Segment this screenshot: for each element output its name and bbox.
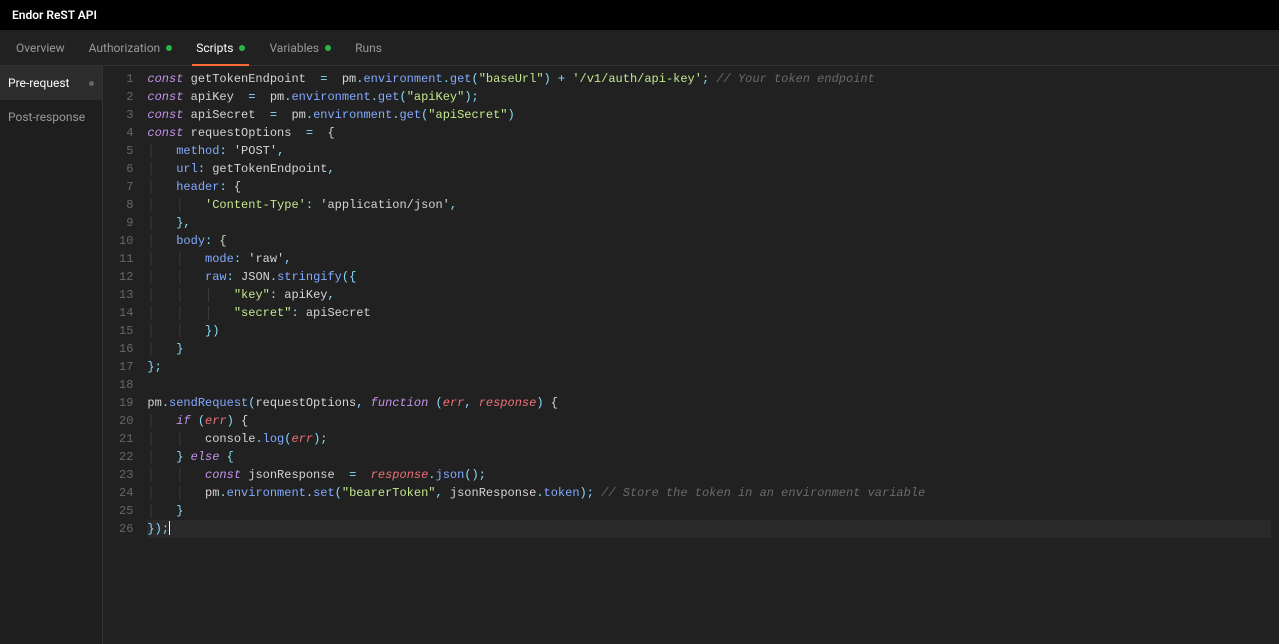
code-line[interactable]: │ │ pm.environment.set("bearerToken", js… bbox=[147, 484, 1271, 502]
code-line[interactable]: │ } bbox=[147, 340, 1271, 358]
main-area: Pre-request Post-response 12345678910111… bbox=[0, 66, 1279, 644]
code-line[interactable]: │ │ const jsonResponse = response.json()… bbox=[147, 466, 1271, 484]
line-number: 9 bbox=[119, 214, 133, 232]
line-number: 11 bbox=[119, 250, 133, 268]
tab-runs[interactable]: Runs bbox=[343, 31, 394, 65]
code-line[interactable]: const getTokenEndpoint = pm.environment.… bbox=[147, 70, 1271, 88]
tab-label: Scripts bbox=[196, 41, 233, 55]
title-text: Endor ReST API bbox=[12, 8, 97, 22]
line-number: 17 bbox=[119, 358, 133, 376]
code-line[interactable]: │ │ 'Content-Type': 'application/json', bbox=[147, 196, 1271, 214]
code-line[interactable]: │ method: 'POST', bbox=[147, 142, 1271, 160]
line-number: 15 bbox=[119, 322, 133, 340]
line-number: 7 bbox=[119, 178, 133, 196]
line-number: 14 bbox=[119, 304, 133, 322]
line-number: 3 bbox=[119, 106, 133, 124]
line-number: 10 bbox=[119, 232, 133, 250]
code-line[interactable]: │ │ │ "key": apiKey, bbox=[147, 286, 1271, 304]
code-line[interactable]: │ │ │ "secret": apiSecret bbox=[147, 304, 1271, 322]
line-number: 1 bbox=[119, 70, 133, 88]
line-gutter: 1234567891011121314151617181920212223242… bbox=[103, 66, 143, 644]
line-number: 26 bbox=[119, 520, 133, 538]
code-line[interactable]: │ │ console.log(err); bbox=[147, 430, 1271, 448]
line-number: 6 bbox=[119, 160, 133, 178]
line-number: 4 bbox=[119, 124, 133, 142]
sidebar-item-post-response[interactable]: Post-response bbox=[0, 100, 102, 134]
code-content[interactable]: const getTokenEndpoint = pm.environment.… bbox=[143, 66, 1279, 644]
line-number: 16 bbox=[119, 340, 133, 358]
line-number: 19 bbox=[119, 394, 133, 412]
code-line[interactable]: │ } else { bbox=[147, 448, 1271, 466]
status-dot-icon bbox=[166, 45, 172, 51]
line-number: 8 bbox=[119, 196, 133, 214]
window-title: Endor ReST API bbox=[0, 0, 1279, 30]
tab-authorization[interactable]: Authorization bbox=[77, 31, 185, 65]
line-number: 18 bbox=[119, 376, 133, 394]
code-editor[interactable]: 1234567891011121314151617181920212223242… bbox=[103, 66, 1279, 644]
line-number: 21 bbox=[119, 430, 133, 448]
line-number: 12 bbox=[119, 268, 133, 286]
code-line[interactable]: const apiKey = pm.environment.get("apiKe… bbox=[147, 88, 1271, 106]
tab-label: Runs bbox=[355, 41, 382, 55]
tab-overview[interactable]: Overview bbox=[4, 31, 77, 65]
code-line[interactable]: const apiSecret = pm.environment.get("ap… bbox=[147, 106, 1271, 124]
line-number: 20 bbox=[119, 412, 133, 430]
code-line[interactable]: │ │ raw: JSON.stringify({ bbox=[147, 268, 1271, 286]
code-line[interactable]: pm.sendRequest(requestOptions, function … bbox=[147, 394, 1271, 412]
code-line[interactable]: │ } bbox=[147, 502, 1271, 520]
line-number: 23 bbox=[119, 466, 133, 484]
code-line[interactable]: const requestOptions = { bbox=[147, 124, 1271, 142]
line-number: 2 bbox=[119, 88, 133, 106]
line-number: 25 bbox=[119, 502, 133, 520]
status-dot-icon bbox=[239, 45, 245, 51]
line-number: 24 bbox=[119, 484, 133, 502]
code-line[interactable]: │ }, bbox=[147, 214, 1271, 232]
code-line[interactable]: │ body: { bbox=[147, 232, 1271, 250]
status-dot-icon bbox=[325, 45, 331, 51]
code-line[interactable]: │ header: { bbox=[147, 178, 1271, 196]
sidebar-item-label: Post-response bbox=[8, 110, 85, 124]
tab-variables[interactable]: Variables bbox=[257, 31, 343, 65]
sidebar-item-pre-request[interactable]: Pre-request bbox=[0, 66, 102, 100]
code-line[interactable]: }; bbox=[147, 358, 1271, 376]
tab-bar: Overview Authorization Scripts Variables… bbox=[0, 30, 1279, 66]
line-number: 13 bbox=[119, 286, 133, 304]
modified-dot-icon bbox=[89, 81, 94, 86]
code-line[interactable]: │ url: getTokenEndpoint, bbox=[147, 160, 1271, 178]
code-line[interactable]: │ │ }) bbox=[147, 322, 1271, 340]
tab-scripts[interactable]: Scripts bbox=[184, 31, 257, 65]
tab-label: Variables bbox=[269, 41, 319, 55]
line-number: 5 bbox=[119, 142, 133, 160]
code-line[interactable]: │ if (err) { bbox=[147, 412, 1271, 430]
sidebar-item-label: Pre-request bbox=[8, 76, 69, 90]
tab-label: Overview bbox=[16, 41, 65, 55]
tab-label: Authorization bbox=[89, 41, 161, 55]
code-line[interactable]: }); bbox=[147, 520, 1271, 538]
scripts-sidebar: Pre-request Post-response bbox=[0, 66, 103, 644]
line-number: 22 bbox=[119, 448, 133, 466]
code-line[interactable] bbox=[147, 376, 1271, 394]
code-line[interactable]: │ │ mode: 'raw', bbox=[147, 250, 1271, 268]
